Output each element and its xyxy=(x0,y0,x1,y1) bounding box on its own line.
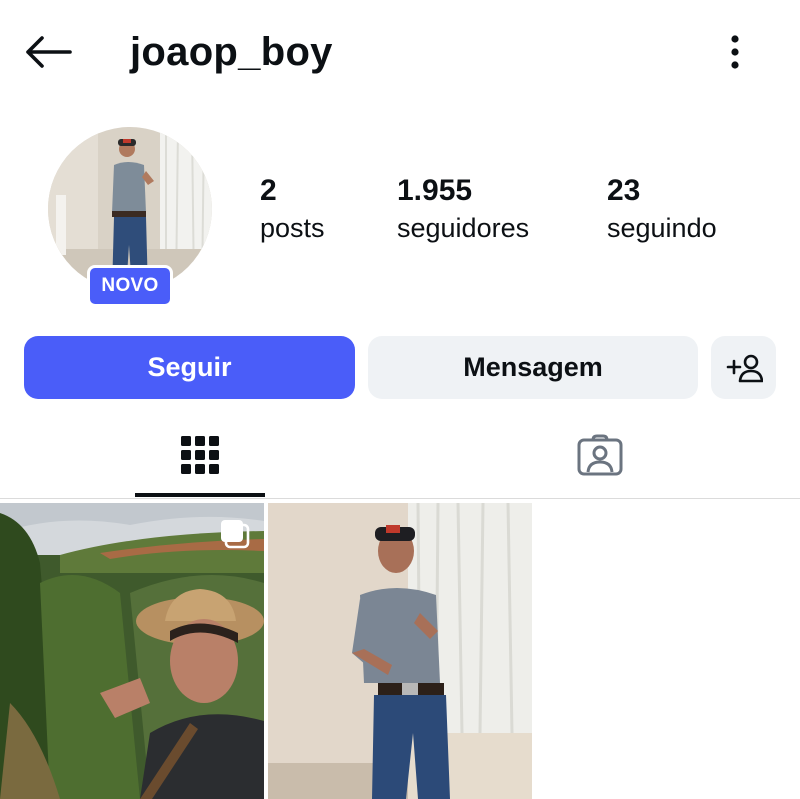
post-image-portrait xyxy=(268,503,532,799)
following-count: 23 xyxy=(607,174,641,207)
following-stat[interactable]: 23 seguindo xyxy=(607,172,717,246)
followers-label: seguidores xyxy=(397,213,530,243)
posts-label: posts xyxy=(260,213,325,243)
message-button[interactable]: Mensagem xyxy=(368,336,698,399)
active-tab-indicator xyxy=(135,493,265,497)
grid-icon xyxy=(181,436,219,474)
follow-button[interactable]: Seguir xyxy=(24,336,355,399)
profile-username: joaop_boy xyxy=(130,30,333,74)
profile-header: joaop_boy xyxy=(0,0,800,105)
post-thumbnail[interactable] xyxy=(0,503,264,799)
carousel-icon xyxy=(221,520,250,549)
posts-count: 2 xyxy=(260,174,277,207)
back-button[interactable] xyxy=(22,30,74,74)
new-account-badge: NOVO xyxy=(87,265,173,307)
more-vertical-icon xyxy=(731,35,739,69)
suggest-users-button[interactable] xyxy=(711,336,776,399)
tab-posts-grid[interactable] xyxy=(135,412,265,498)
followers-stat[interactable]: 1.955 seguidores xyxy=(397,172,529,246)
new-badge-label: NOVO xyxy=(90,268,170,304)
following-label: seguindo xyxy=(607,213,717,243)
profile-avatar-container[interactable]: NOVO xyxy=(48,127,212,307)
post-thumbnail[interactable] xyxy=(268,503,532,799)
followers-count: 1.955 xyxy=(397,174,473,207)
profile-tabs xyxy=(0,412,800,499)
add-user-icon xyxy=(726,354,763,382)
tab-tagged[interactable] xyxy=(535,412,665,498)
arrow-left-icon xyxy=(26,36,72,68)
posts-stat: 2 posts xyxy=(260,172,325,246)
more-options-button[interactable] xyxy=(714,28,756,76)
tagged-person-icon xyxy=(577,434,623,476)
